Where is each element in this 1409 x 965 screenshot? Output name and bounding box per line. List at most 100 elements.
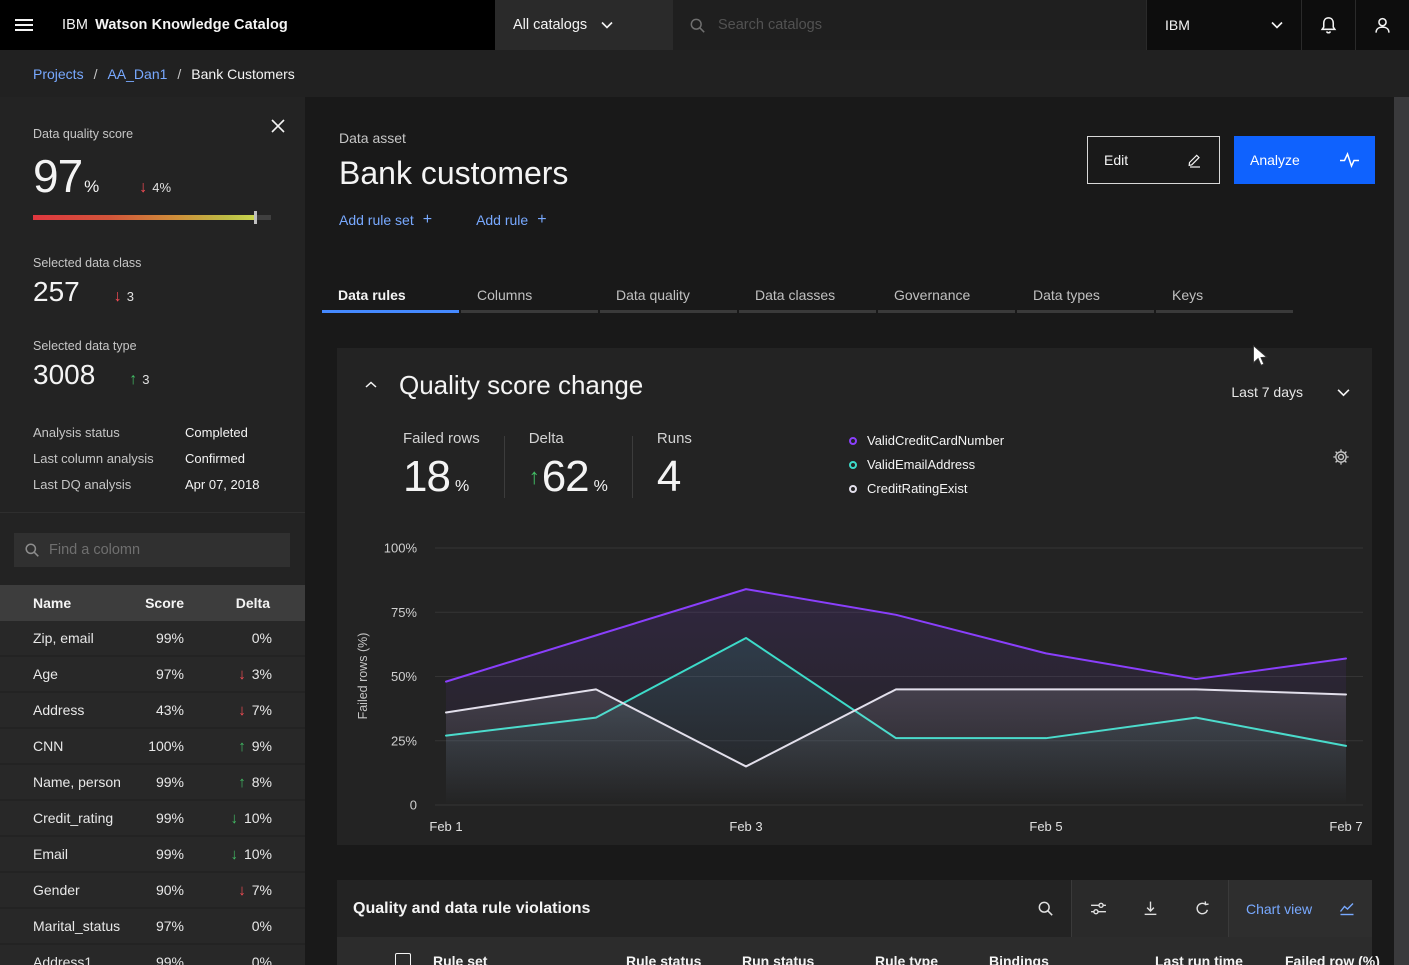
data-type-delta: ↑ 3 [129,372,149,388]
row-delta-value: 8% [252,774,272,790]
row-delta: ↓ 7% [184,882,272,898]
account-selector[interactable]: IBM [1146,0,1301,50]
chart-legend: ValidCreditCardNumber ValidEmailAddress Cr… [849,433,1004,505]
row-delta: ↓10% [184,846,272,862]
add-rule-link[interactable]: Add rule + [476,211,547,229]
search-input[interactable] [718,17,1130,33]
data-class-value: 257 [33,276,80,308]
sidebar-divider [0,512,305,513]
page-title: Bank customers [339,155,568,192]
row-score: 43% [124,702,184,718]
find-column-input[interactable] [49,542,280,558]
row-name: Name, person [33,774,124,790]
toolbar-icon-group [1071,880,1228,937]
row-name: Address1 [33,954,124,965]
table-row[interactable]: Zip, email99%0% [0,621,305,655]
chart-view-toggle[interactable]: Chart view [1228,880,1372,937]
analyze-button[interactable]: Analyze [1234,136,1375,184]
collapse-section-button[interactable] [365,381,377,389]
analysis-value: Confirmed [185,451,272,466]
arrow-up-icon: ↑ [529,466,540,488]
table-row[interactable]: Address43%↓7% [0,693,305,727]
column-header-score: Score [124,595,184,611]
legend-label: ValidCreditCardNumber [867,433,1004,448]
stat-label: Delta [529,430,608,447]
row-delta: ↑9% [184,738,272,754]
row-delta-value: 10% [244,810,272,826]
rule-links: Add rule set + Add rule + [339,211,568,229]
select-all-checkbox[interactable] [395,953,411,965]
settings-adjust-icon [1090,900,1107,917]
arrow-down-icon: ↓ [114,289,122,305]
plus-icon: + [423,211,432,229]
violations-col-rule-status: Rule status [626,953,742,965]
arrow-down-icon: ↓ [238,703,246,718]
row-delta: ↑ 8% [184,774,272,790]
row-score: 97% [124,918,184,934]
breadcrumb-link-projects[interactable]: Projects [33,66,84,82]
brand-name: Watson Knowledge Catalog [95,17,288,33]
chart-line-icon [1339,901,1355,917]
edit-button[interactable]: Edit [1087,136,1220,184]
row-name: CNN [33,738,124,754]
table-search-button[interactable] [1019,880,1071,937]
tab-data-quality[interactable]: Data quality [600,280,737,313]
user-menu-button[interactable] [1355,0,1409,50]
tab-keys[interactable]: Keys [1156,280,1293,313]
user-icon [1373,16,1392,35]
legend-item[interactable]: CreditRatingExist [849,481,1004,496]
tab-columns[interactable]: Columns [461,280,598,313]
arrow-down-icon: ↓ [238,883,246,898]
tab-governance[interactable]: Governance [878,280,1015,313]
table-row[interactable]: Marital_status97%0% [0,909,305,943]
legend-item[interactable]: ValidCreditCardNumber [849,433,1004,448]
download-icon [1142,900,1159,917]
table-row[interactable]: CNN100%↑9% [0,729,305,763]
data-type-label: Selected data type [33,339,305,353]
table-row[interactable]: Age97%↓3% [0,657,305,691]
tab-data-types[interactable]: Data types [1017,280,1154,313]
download-button[interactable] [1124,880,1176,937]
breadcrumb-separator: / [177,66,181,82]
filter-button[interactable] [1072,880,1124,937]
tab-data-classes[interactable]: Data classes [739,280,876,313]
violations-col-run-status: Run status [742,953,875,965]
refresh-button[interactable] [1176,880,1228,937]
row-score: 97% [124,666,184,682]
close-sidebar-button[interactable] [269,117,287,135]
row-score: 100% [124,738,184,754]
chart-settings-button[interactable] [1332,448,1350,466]
stat-label: Failed rows [403,430,480,447]
search-icon [689,17,706,34]
table-row[interactable]: Address199%0% [0,945,305,965]
stat-delta: Delta ↑ 62 % [529,430,608,502]
legend-item[interactable]: ValidEmailAddress [849,457,1004,472]
row-delta-value: 0% [252,954,272,965]
table-row[interactable]: Email99%↓10% [0,837,305,871]
row-delta-value: 7% [252,882,272,898]
violations-toolbar: Chart view [1019,880,1372,937]
svg-text:0: 0 [410,798,417,813]
row-delta: 0% [184,630,272,646]
table-row[interactable]: Credit_rating99%↓10% [0,801,305,835]
data-class-value-row: 257 ↓ 3 [33,276,305,308]
analyze-button-label: Analyze [1250,152,1300,168]
table-row[interactable]: Gender90%↓7% [0,873,305,907]
add-rule-set-link[interactable]: Add rule set + [339,211,432,229]
menu-button[interactable] [0,0,48,50]
breadcrumb-link-project[interactable]: AA_Dan1 [107,66,167,82]
notifications-button[interactable] [1301,0,1355,50]
row-delta-value: 9% [252,738,272,754]
svg-text:100%: 100% [384,541,418,556]
table-row[interactable]: Name, person99%↑8% [0,765,305,799]
account-selector-label: IBM [1165,17,1190,33]
analysis-key: Analysis status [33,425,185,440]
arrow-up-icon: ↑ [238,775,246,790]
catalog-selector[interactable]: All catalogs [495,0,673,50]
tab-data-rules[interactable]: Data rules [322,280,459,313]
violations-table-header: Rule set Rule status Run status Rule typ… [337,937,1372,965]
plus-icon: + [537,211,546,229]
scrollbar[interactable] [1394,97,1409,965]
violations-col-last-run-time: Last run time [1155,953,1285,965]
date-range-selector[interactable]: Last 7 days [1231,384,1350,400]
